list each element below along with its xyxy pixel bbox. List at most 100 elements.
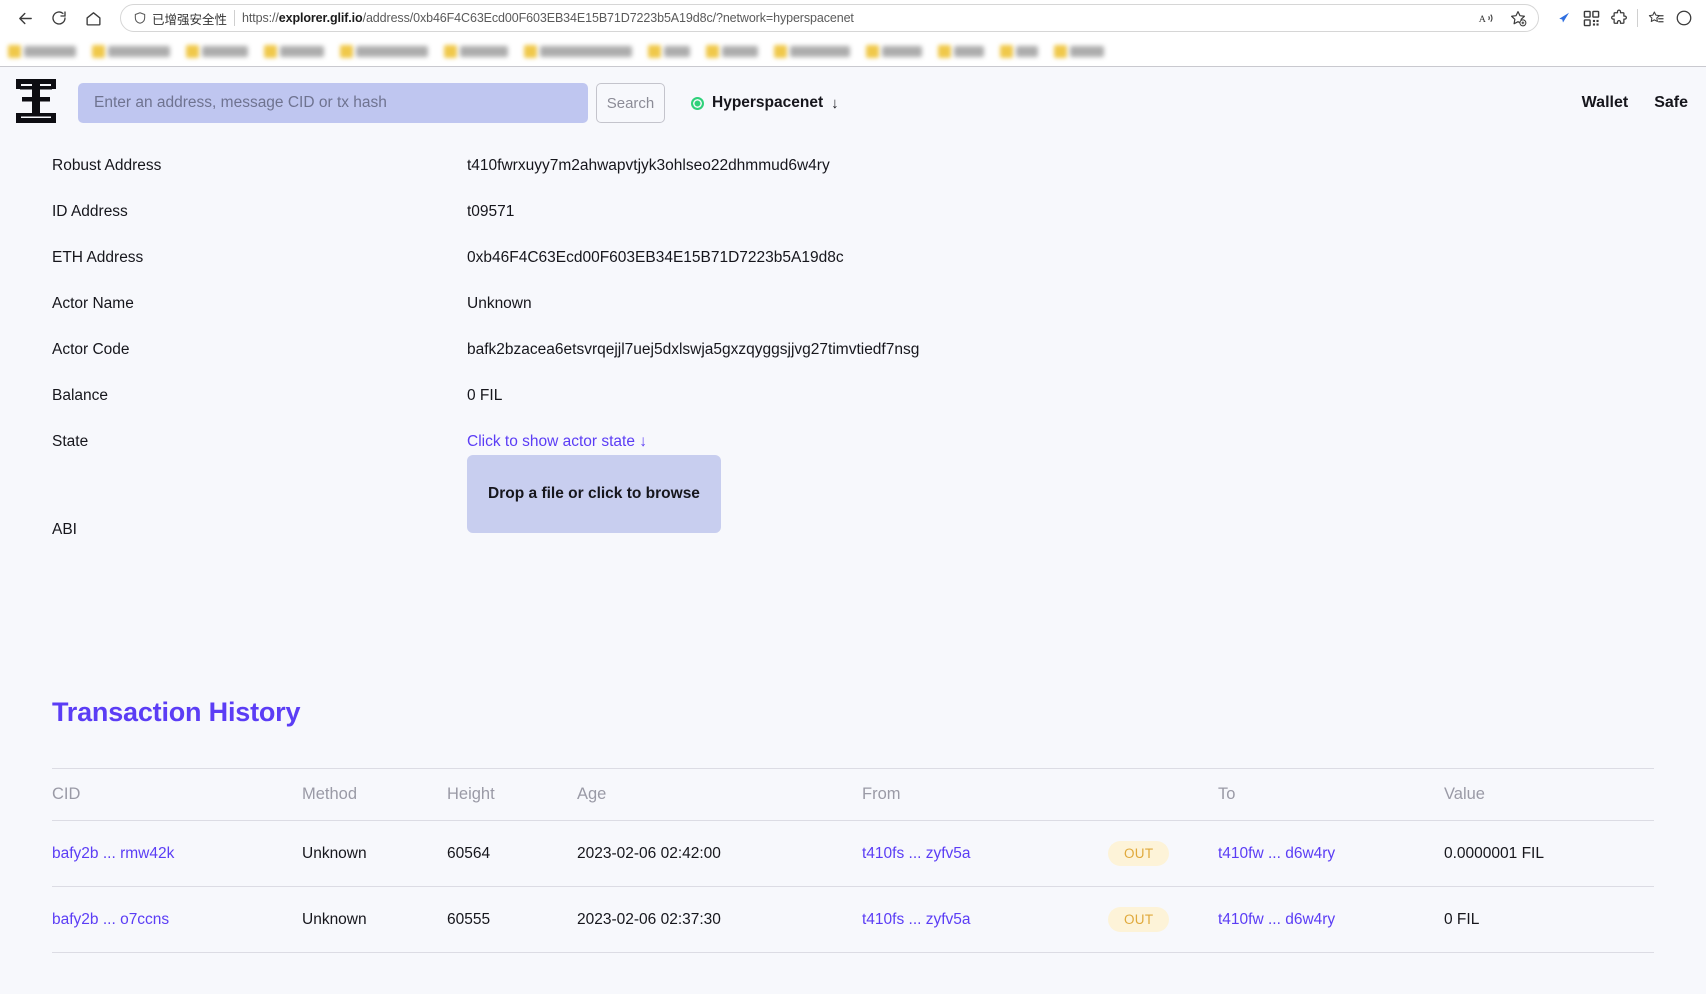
extension-blue-arrow-icon[interactable] — [1551, 6, 1575, 30]
detail-value: t09571 — [467, 203, 515, 220]
show-actor-state-link[interactable]: Click to show actor state ↓ — [467, 433, 647, 451]
detail-value: 0 FIL — [467, 387, 503, 404]
column-header-from: From — [862, 768, 1108, 821]
omnibox-divider — [234, 10, 236, 26]
table-header-row: CID Method Height Age From To Value — [52, 768, 1654, 821]
bookmark-label — [882, 45, 922, 57]
detail-label: State — [52, 433, 89, 450]
detail-row-state: State Click to show actor state ↓ — [0, 433, 1706, 479]
tx-from-link[interactable]: t410fs ... zyfv5a — [862, 845, 971, 862]
nav-item-wallet[interactable]: Wallet — [1582, 94, 1629, 112]
shield-icon — [134, 12, 146, 24]
nav-item-safe[interactable]: Safe — [1654, 94, 1688, 112]
detail-value: 0xb46F4C63Ecd00F603EB34E15B71D7223b5A19d… — [467, 249, 844, 266]
enhanced-security-chip: 已增强安全性 — [133, 9, 227, 28]
search-button[interactable]: Search — [596, 83, 665, 123]
bookmark-item[interactable] — [524, 44, 632, 58]
status-badge: OUT — [1108, 907, 1170, 932]
detail-value: Unknown — [467, 295, 532, 312]
bookmark-label — [108, 45, 170, 57]
column-header-to: To — [1218, 768, 1444, 821]
chevron-down-icon: ↓ — [831, 94, 839, 112]
home-icon[interactable] — [78, 3, 108, 33]
favicon-icon — [524, 44, 537, 58]
glif-logo[interactable] — [14, 77, 58, 129]
favicon-icon — [186, 44, 199, 58]
bookmark-label — [1016, 45, 1038, 57]
tx-cid-link[interactable]: bafy2b ... o7ccns — [52, 911, 169, 928]
bookmark-item[interactable] — [340, 44, 428, 58]
actor-details: Robust Address t410fwrxuyy7m2ahwapvtjyk3… — [0, 139, 1706, 579]
transaction-table: CID Method Height Age From To Value bafy… — [52, 768, 1654, 953]
favicon-icon — [706, 44, 719, 58]
settings-icon[interactable] — [1672, 6, 1696, 30]
tx-method: Unknown — [302, 820, 447, 887]
bookmark-item[interactable] — [1000, 44, 1038, 58]
read-aloud-icon[interactable]: A — [1474, 6, 1498, 30]
bookmark-item[interactable] — [8, 44, 76, 58]
detail-row-abi: ABI Drop a file or click to browse — [0, 455, 1706, 579]
favicon-icon — [340, 44, 353, 58]
favicon-icon — [866, 44, 879, 58]
bookmark-label — [722, 45, 758, 57]
bookmark-item[interactable] — [938, 44, 984, 58]
tx-value: 0 FIL — [1444, 886, 1654, 953]
bookmark-label — [664, 45, 690, 57]
column-header-value: Value — [1444, 768, 1654, 821]
tx-from-link[interactable]: t410fs ... zyfv5a — [862, 911, 971, 928]
url-text[interactable]: https://explorer.glif.io/address/0xb46F4… — [242, 11, 1461, 25]
table-row: bafy2b ... o7ccns Unknown 60555 2023-02-… — [52, 886, 1654, 953]
tx-cid-link[interactable]: bafy2b ... rmw42k — [52, 845, 174, 862]
address-bar[interactable]: 已增强安全性 https://explorer.glif.io/address/… — [120, 4, 1539, 32]
detail-value: bafk2bzacea6etsvrqejjl7uej5dxlswja5gxzqy… — [467, 341, 920, 358]
bookmark-item[interactable] — [92, 44, 170, 58]
status-badge: OUT — [1108, 841, 1170, 866]
detail-label: Actor Name — [52, 295, 134, 312]
network-selector[interactable]: Hyperspacenet ↓ — [691, 94, 839, 112]
bookmark-item[interactable] — [774, 44, 850, 58]
tx-method: Unknown — [302, 886, 447, 953]
detail-label: ABI — [52, 521, 77, 538]
favicon-icon — [1000, 44, 1013, 58]
tx-to-link[interactable]: t410fw ... d6w4ry — [1218, 911, 1335, 928]
favicon-icon — [938, 44, 951, 58]
favicon-icon — [648, 44, 661, 58]
security-label: 已增强安全性 — [152, 12, 228, 27]
detail-row-id-address: ID Address t09571 — [0, 203, 1706, 249]
bookmark-label — [280, 45, 324, 57]
browser-toolbar: 已增强安全性 https://explorer.glif.io/address/… — [0, 0, 1706, 36]
search-input[interactable] — [78, 83, 588, 123]
bookmark-label — [790, 45, 850, 57]
column-header-cid: CID — [52, 768, 302, 821]
abi-file-dropzone[interactable]: Drop a file or click to browse — [467, 455, 721, 533]
favicon-icon — [444, 44, 457, 58]
favicon-icon — [1054, 44, 1067, 58]
add-favorite-star-icon[interactable] — [1506, 6, 1530, 30]
tx-to-link[interactable]: t410fw ... d6w4ry — [1218, 845, 1335, 862]
bookmark-item[interactable] — [264, 44, 324, 58]
site-header: Search Hyperspacenet ↓ Wallet Safe — [0, 66, 1706, 139]
collections-icon[interactable] — [1644, 6, 1668, 30]
tx-value: 0.0000001 FIL — [1444, 820, 1654, 887]
bookmark-item[interactable] — [706, 44, 758, 58]
tx-height: 60555 — [447, 886, 577, 953]
detail-row-actor-code: Actor Code bafk2bzacea6etsvrqejjl7uej5dx… — [0, 341, 1706, 387]
bookmark-item[interactable] — [1054, 44, 1104, 58]
bookmark-item[interactable] — [648, 44, 690, 58]
bookmark-item[interactable] — [866, 44, 922, 58]
bookmark-label — [202, 45, 248, 57]
toolbar-divider — [1637, 9, 1638, 27]
bookmark-label — [356, 45, 428, 57]
favicon-icon — [264, 44, 277, 58]
column-header-method: Method — [302, 768, 447, 821]
favicon-icon — [92, 44, 105, 58]
reload-icon[interactable] — [44, 3, 74, 33]
bookmark-item[interactable] — [186, 44, 248, 58]
bookmark-item[interactable] — [444, 44, 508, 58]
extensions-puzzle-icon[interactable] — [1607, 6, 1631, 30]
qr-code-icon[interactable] — [1579, 6, 1603, 30]
back-arrow-icon[interactable] — [10, 3, 40, 33]
column-header-direction — [1108, 768, 1218, 821]
detail-row-balance: Balance 0 FIL — [0, 387, 1706, 433]
column-header-age: Age — [577, 768, 862, 821]
